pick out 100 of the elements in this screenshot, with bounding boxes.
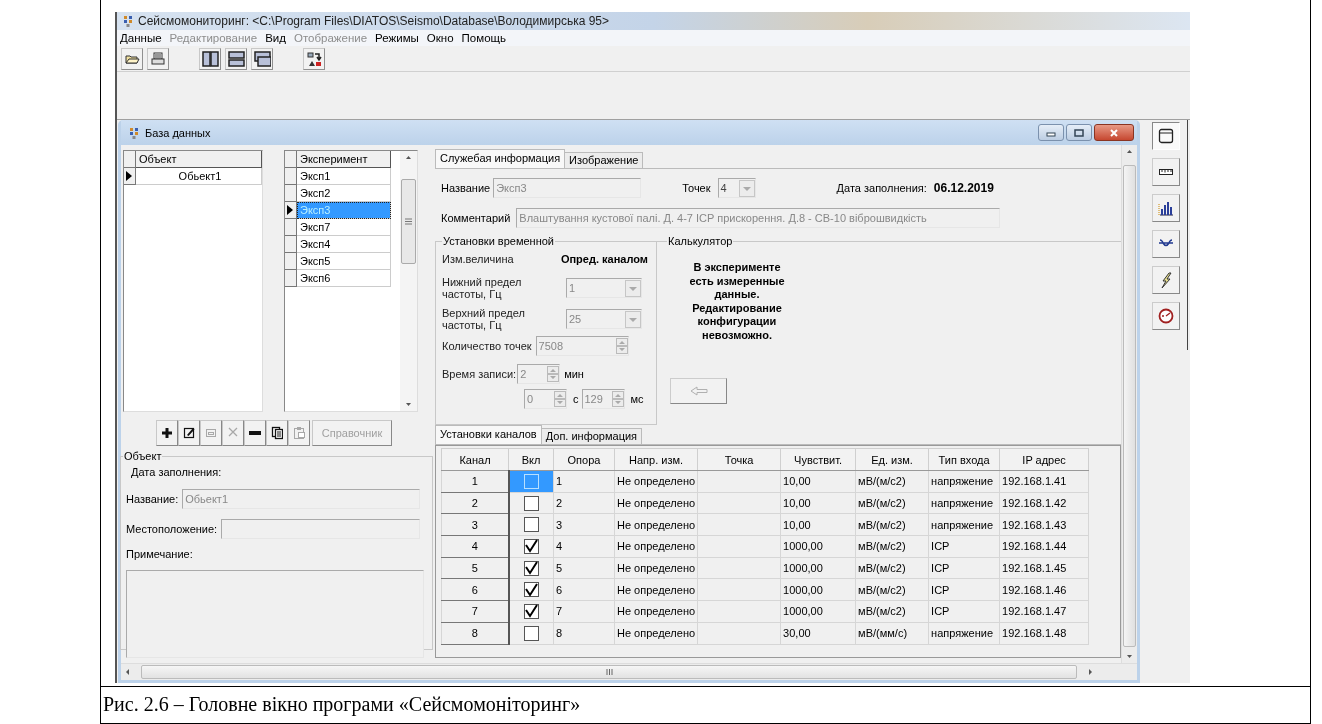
copy-button[interactable] — [266, 420, 288, 446]
grid-cell[interactable]: Эксп7 — [297, 219, 391, 236]
column-header[interactable]: Канал — [441, 448, 509, 471]
unit-label: с — [573, 393, 579, 405]
vertical-scrollbar[interactable] — [1121, 145, 1137, 663]
table-cell: мВ/(м/с2) — [855, 578, 929, 601]
column-header[interactable]: Вкл — [508, 448, 554, 471]
table-cell: ICP — [928, 535, 1000, 558]
field-label: Дата заполнения: — [131, 466, 223, 478]
check-icon — [524, 539, 539, 554]
checkbox-cell[interactable] — [508, 622, 554, 644]
tab[interactable]: Служебая информация — [435, 149, 566, 168]
column-header[interactable]: Эксперимент — [297, 151, 391, 168]
location-field[interactable] — [221, 519, 420, 539]
checkbox-cell[interactable] — [508, 513, 554, 536]
printer-button[interactable] — [147, 47, 169, 70]
column-header[interactable]: Объект — [136, 151, 262, 168]
table-cell: 3 — [441, 513, 509, 536]
maximize-button[interactable] — [1066, 124, 1092, 141]
row-header-cell[interactable] — [285, 202, 297, 219]
minimize-button[interactable] — [1038, 124, 1064, 141]
menu-item[interactable]: Помощь — [461, 32, 506, 44]
grid-cell[interactable]: Эксп4 — [297, 236, 391, 253]
column-header[interactable]: Ед. изм. — [855, 448, 929, 471]
row-header-cell[interactable] — [285, 270, 297, 287]
close-icon — [1109, 128, 1119, 137]
grid-cell[interactable]: Эксп6 — [297, 270, 391, 287]
checkbox[interactable] — [523, 603, 539, 619]
back-button[interactable] — [670, 378, 727, 404]
table-cell: 1000,00 — [780, 578, 856, 601]
delete-button[interactable] — [244, 420, 266, 446]
checkbox[interactable] — [523, 625, 539, 641]
scroll-thumb[interactable] — [141, 665, 1077, 679]
tab[interactable]: Установки каналов — [435, 425, 542, 444]
menu-item[interactable]: Режимы — [375, 32, 419, 44]
vertical-scrollbar[interactable] — [400, 151, 417, 411]
column-header[interactable]: Точка — [697, 448, 781, 471]
points-dropdown[interactable]: 4 — [717, 178, 756, 198]
checkbox[interactable] — [523, 538, 539, 554]
checkbox-cell[interactable] — [508, 600, 554, 623]
horizontal-scrollbar[interactable] — [121, 663, 1137, 680]
table-cell: 10,00 — [780, 470, 856, 493]
table-cell: мВ/(м/с2) — [855, 557, 929, 579]
grid-cell[interactable]: Эксп5 — [297, 253, 391, 270]
column-header[interactable]: Тип входа — [928, 448, 1000, 471]
checkbox-cell[interactable] — [508, 557, 554, 579]
checkbox[interactable] — [523, 495, 539, 511]
tab[interactable]: Изображение — [564, 152, 644, 168]
checkbox-cell[interactable] — [508, 492, 554, 514]
menu-item[interactable]: Данные — [120, 32, 162, 44]
wave-filter-button[interactable] — [1151, 230, 1180, 258]
row-header-cell[interactable] — [285, 219, 297, 236]
row-header-cell[interactable] — [124, 168, 136, 185]
scroll-thumb[interactable] — [1123, 165, 1136, 647]
row-header-cell[interactable] — [285, 168, 297, 185]
shapes-arrow-icon — [305, 50, 323, 67]
row-header-cell[interactable] — [285, 185, 297, 202]
checkbox-cell[interactable] — [508, 578, 554, 601]
folder-open-button[interactable] — [121, 47, 143, 70]
tab[interactable]: Доп. информация — [540, 428, 643, 444]
database-window-icon — [1156, 127, 1175, 145]
checkbox[interactable] — [523, 517, 539, 533]
check-icon — [524, 561, 539, 576]
column-header[interactable]: Напр. изм. — [614, 448, 698, 471]
shapes-arrow-button[interactable] — [303, 47, 325, 70]
table-cell: 192.168.1.44 — [999, 535, 1089, 558]
notes-field[interactable] — [126, 570, 424, 658]
database-window-button[interactable] — [1151, 122, 1180, 150]
grid-cell[interactable]: Обьект1 — [136, 168, 262, 185]
table-cell: 7 — [441, 600, 509, 623]
field-label: Комментарий — [441, 212, 511, 224]
checkbox[interactable] — [523, 560, 539, 576]
table-cell: 3 — [553, 513, 615, 536]
column-header[interactable]: Опора — [553, 448, 615, 471]
spin-arrows-icon — [611, 391, 624, 407]
grid-cell[interactable]: Эксп1 — [297, 168, 391, 185]
row-header-cell[interactable] — [285, 236, 297, 253]
menu-item[interactable]: Вид — [265, 32, 286, 44]
column-header[interactable]: IP адрес — [999, 448, 1089, 471]
table-cell: 4 — [441, 535, 509, 558]
bar-chart-button[interactable] — [1151, 194, 1180, 222]
table-cell: напряжение — [928, 470, 1000, 493]
menu-item[interactable]: Окно — [426, 32, 454, 44]
split-vertical-button[interactable] — [199, 47, 221, 70]
checkbox-cell[interactable] — [508, 535, 554, 558]
gauge-button[interactable] — [1151, 302, 1180, 330]
scroll-thumb[interactable] — [401, 179, 416, 264]
add-button[interactable] — [156, 420, 178, 446]
row-header-cell[interactable] — [285, 253, 297, 270]
table-cell: ICP — [928, 600, 1000, 623]
close-button[interactable] — [1094, 124, 1134, 141]
cascade-windows-button[interactable] — [251, 47, 273, 70]
table-cell: ICP — [928, 578, 1000, 601]
ruler-button[interactable] — [1151, 158, 1180, 186]
lightning-button[interactable] — [1151, 266, 1180, 294]
split-horizontal-button[interactable] — [225, 47, 247, 70]
checkbox[interactable] — [523, 582, 539, 598]
edit-button[interactable] — [178, 420, 200, 446]
column-header[interactable]: Чувствит. — [780, 448, 856, 471]
table-cell: Не определено — [614, 535, 698, 558]
